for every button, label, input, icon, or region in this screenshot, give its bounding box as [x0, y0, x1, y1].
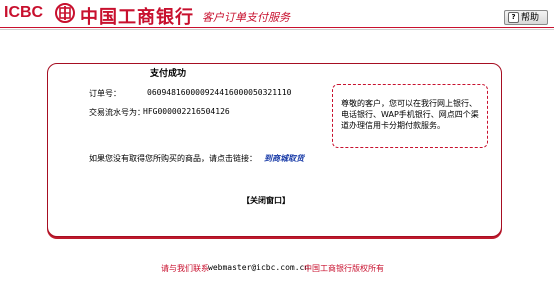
help-icon: ?: [508, 12, 519, 23]
order-number-label: 订单号：: [89, 89, 121, 98]
copyright-text: 中国工商银行版权所有: [304, 264, 384, 273]
payment-status-title: 支付成功: [150, 69, 187, 79]
icbc-logo-text: ICBC: [4, 4, 44, 21]
close-window-link[interactable]: 【关闭窗口】: [242, 195, 290, 206]
installment-notice-text: 尊敬的客户，您可以在我行网上银行、电话银行、WAP手机银行、网点四个渠道办理信用…: [341, 99, 479, 130]
mall-pickup-link[interactable]: 到商城取货: [264, 153, 304, 164]
help-label: 帮助: [521, 13, 540, 23]
service-subtitle: 客户订单支付服务: [202, 11, 290, 24]
bank-name-cn: 中国工商银行: [80, 7, 194, 28]
header-divider: [0, 27, 554, 28]
contact-us-link[interactable]: 请与我们联系: [161, 263, 209, 274]
help-button[interactable]: ? 帮助: [504, 10, 548, 25]
header-divider-shadow: [0, 29, 554, 30]
webmaster-email-link[interactable]: webmaster@icbc.com.cn: [208, 263, 309, 272]
transaction-number-value: HFG000002216504126: [143, 107, 230, 116]
icbc-logo-icon: [55, 3, 75, 23]
installment-notice-box: 尊敬的客户，您可以在我行网上银行、电话银行、WAP手机银行、网点四个渠道办理信用…: [332, 84, 488, 148]
transaction-number-label: 交易流水号为：: [89, 108, 145, 117]
pickup-prompt-text: 如果您没有取得您所购买的商品，请点击链接：: [89, 154, 257, 163]
header-bar: ICBC 中国工商银行 客户订单支付服务 ? 帮助: [0, 0, 554, 30]
order-number-value: 060948160000924416000050321110: [147, 88, 292, 97]
